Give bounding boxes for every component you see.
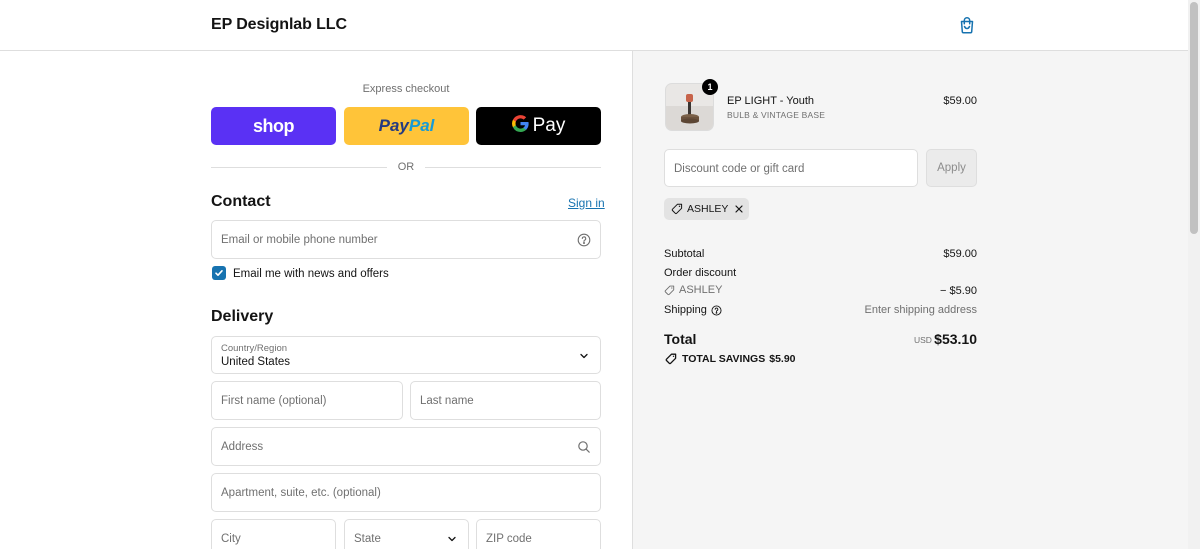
country-value: United States <box>221 356 291 368</box>
shop-pay-button[interactable]: shop <box>211 107 336 145</box>
total-savings-value: $5.90 <box>769 353 796 365</box>
address-field[interactable]: Address <box>211 427 601 466</box>
chevron-down-icon <box>577 349 591 363</box>
order-summary-panel <box>632 51 1188 549</box>
store-name[interactable]: EP Designlab LLC <box>211 16 347 34</box>
close-icon[interactable] <box>734 204 744 214</box>
last-name-placeholder: Last name <box>420 395 474 407</box>
first-name-field[interactable]: First name (optional) <box>211 381 403 420</box>
quantity-badge: 1 <box>702 79 718 95</box>
address-placeholder: Address <box>221 441 264 453</box>
subtotal-value: $59.00 <box>943 248 977 260</box>
shipping-value: Enter shipping address <box>864 304 977 316</box>
discount-value: − $5.90 <box>939 285 977 297</box>
product-variant: BULB & VINTAGE BASE <box>727 110 826 120</box>
express-checkout-label: Express checkout <box>362 83 450 95</box>
scrollbar-thumb[interactable] <box>1190 2 1198 234</box>
product-price: $59.00 <box>943 95 977 107</box>
newsletter-label[interactable]: Email me with news and offers <box>233 268 389 280</box>
google-g-icon <box>511 114 529 138</box>
newsletter-checkbox[interactable] <box>212 266 226 280</box>
discount-code-row: ASHLEY <box>664 284 722 296</box>
city-field[interactable]: City <box>211 519 336 549</box>
discount-placeholder: Discount code or gift card <box>674 163 805 175</box>
apartment-field[interactable]: Apartment, suite, etc. (optional) <box>211 473 601 512</box>
discount-code-text: ASHLEY <box>679 284 723 296</box>
delivery-heading: Delivery <box>211 308 274 325</box>
paypal-label-pal: Pal <box>408 116 435 135</box>
shopping-bag-icon[interactable] <box>957 15 977 35</box>
paypal-label-pay: Pay <box>378 116 409 135</box>
shipping-row: Shipping <box>664 304 722 316</box>
tag-icon <box>665 353 677 365</box>
contact-heading: Contact <box>211 193 271 210</box>
google-pay-label: Pay <box>532 115 566 136</box>
header: EP Designlab LLC <box>0 0 1188 51</box>
email-placeholder: Email or mobile phone number <box>221 234 378 246</box>
zip-field[interactable]: ZIP code <box>476 519 601 549</box>
apartment-placeholder: Apartment, suite, etc. (optional) <box>221 487 381 499</box>
total-value: $53.10 <box>934 331 977 347</box>
search-icon <box>577 440 591 454</box>
country-select[interactable]: Country/Region United States <box>211 336 601 374</box>
google-pay-button[interactable]: Pay <box>476 107 601 145</box>
subtotal-label: Subtotal <box>664 248 705 260</box>
applied-discount-chip: ASHLEY <box>664 198 749 220</box>
state-select[interactable]: State <box>344 519 469 549</box>
or-divider: OR <box>211 161 601 175</box>
last-name-field[interactable]: Last name <box>410 381 601 420</box>
applied-discount-code: ASHLEY <box>687 203 729 215</box>
chevron-down-icon <box>445 532 459 546</box>
shop-pay-label: shop <box>253 115 295 136</box>
tag-icon <box>664 285 675 295</box>
checkout-page: EP Designlab LLC Express checkout shop P… <box>0 0 1200 549</box>
total-savings: TOTAL SAVINGS $5.90 <box>665 353 796 365</box>
help-circle-icon[interactable] <box>711 304 722 316</box>
divider-line-right <box>425 167 601 168</box>
zip-placeholder: ZIP code <box>486 533 532 545</box>
paypal-button[interactable]: Pay Pal <box>344 107 469 145</box>
apply-button[interactable]: Apply <box>926 149 977 187</box>
email-field[interactable]: Email or mobile phone number <box>211 220 601 259</box>
country-label: Country/Region <box>221 343 288 354</box>
total-savings-label: TOTAL SAVINGS <box>682 353 766 365</box>
first-name-placeholder: First name (optional) <box>221 395 327 407</box>
tag-icon <box>671 203 683 215</box>
help-circle-icon[interactable] <box>577 233 591 247</box>
discount-code-input[interactable]: Discount code or gift card <box>664 149 918 187</box>
product-name: EP LIGHT - Youth <box>727 95 815 107</box>
total-label: Total <box>664 331 697 347</box>
city-placeholder: City <box>221 533 241 545</box>
sign-in-link[interactable]: Sign in <box>568 196 605 210</box>
scrollbar[interactable] <box>1188 0 1200 549</box>
order-discount-label: Order discount <box>664 267 737 279</box>
shipping-label: Shipping <box>664 304 707 316</box>
state-placeholder: State <box>354 533 381 545</box>
